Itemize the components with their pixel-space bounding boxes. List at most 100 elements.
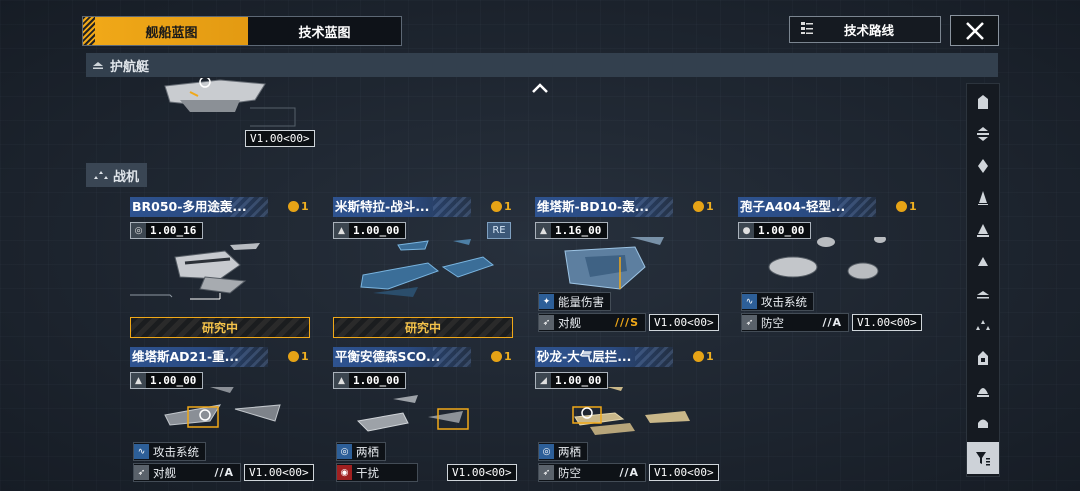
jamming-icon: ◉ xyxy=(337,465,352,480)
blueprint-count: 1 xyxy=(288,350,309,363)
ship-role-label: 对舰 xyxy=(558,315,581,330)
blueprint-count: 1 xyxy=(693,350,714,363)
ship-score-value: 1.00_00 xyxy=(555,374,602,387)
ship-role: ➶ 防空 //A xyxy=(741,313,849,332)
ship-image xyxy=(130,243,260,300)
filter-button[interactable] xyxy=(967,442,999,474)
close-button[interactable] xyxy=(950,15,999,46)
blueprint-count-value: 1 xyxy=(706,350,714,363)
ship-class-nav xyxy=(966,83,1000,477)
title-stripe xyxy=(433,347,471,367)
ship-version: V1.00<00> xyxy=(447,464,517,481)
ship-card[interactable]: 砂龙-大气层拦... 1 ◢ 1.00_00 ◎ 两栖 ➶ 防空//A V1.00<0… xyxy=(535,347,719,487)
blueprint-count-value: 1 xyxy=(504,200,512,213)
nav-utility-icon[interactable] xyxy=(967,406,999,438)
blueprint-coin-icon xyxy=(896,201,907,212)
ship-card[interactable]: 平衡安德森SCO... 1 ▲ 1.00_00 ◎ 两栖 ◉ 干扰 V1.00<00> xyxy=(333,347,517,487)
ship-trait-label: 两栖 xyxy=(356,444,379,459)
section-escort-header[interactable]: 护航艇 xyxy=(86,53,998,77)
nav-frigate-icon[interactable] xyxy=(967,182,999,214)
filter-icon xyxy=(976,452,990,466)
ship-role: ➶ 防空 //A xyxy=(538,463,646,482)
tab-ship-blueprint[interactable]: 舰船蓝图 xyxy=(95,17,248,45)
title-stripe xyxy=(635,197,673,217)
researching-status: 研究中 xyxy=(130,317,310,338)
blueprint-count: 1 xyxy=(491,350,512,363)
nav-support-icon[interactable] xyxy=(967,374,999,406)
nav-carrier-icon[interactable] xyxy=(967,86,999,118)
nav-escort-icon[interactable] xyxy=(967,278,999,310)
close-icon xyxy=(965,21,984,40)
ship-role: ➶ 对舰 ///S xyxy=(538,313,646,332)
ship-role-label: 防空 xyxy=(558,465,581,480)
blueprint-tabs: 舰船蓝图 技术蓝图 xyxy=(82,16,402,46)
ship-score-value: 1.00_00 xyxy=(353,224,400,237)
ship-score-value: 1.00_16 xyxy=(150,224,197,237)
ship-trait-label: 能量伤害 xyxy=(558,294,604,309)
tech-route-button[interactable]: 技术路线 xyxy=(789,16,941,43)
fighter-icon: ◢ xyxy=(536,373,551,388)
nav-corvette-icon[interactable] xyxy=(967,214,999,246)
blueprint-count: 1 xyxy=(896,200,917,213)
ship-role-label: 防空 xyxy=(761,315,784,330)
ship-trait-label: 两栖 xyxy=(558,444,581,459)
ship-score-value: 1.16_00 xyxy=(555,224,602,237)
ship-role-rank: //A xyxy=(619,466,639,479)
ship-score-value: 1.00_00 xyxy=(150,374,197,387)
fighter-icon: ▲ xyxy=(131,373,146,388)
ship-card[interactable]: 维塔斯AD21-重... 1 ▲ 1.00_00 ∿ 攻击系统 ➶ 对舰//A V1.… xyxy=(130,347,314,487)
blueprint-coin-icon xyxy=(288,201,299,212)
ship-card[interactable]: BR050-多用途轰... 1 ◎ 1.00_16 研究中 xyxy=(130,197,312,338)
ship-trait-label: 攻击系统 xyxy=(153,444,199,459)
nav-cruiser-icon[interactable] xyxy=(967,118,999,150)
section-fighter-header[interactable]: 战机 xyxy=(86,163,148,187)
title-stripe xyxy=(838,197,876,217)
anti-air-icon: ➶ xyxy=(539,465,554,480)
anti-air-icon: ➶ xyxy=(742,315,757,330)
nav-destroyer-icon[interactable] xyxy=(967,150,999,182)
anti-ship-icon: ➶ xyxy=(539,315,554,330)
attack-system-icon: ∿ xyxy=(134,444,149,459)
blueprint-coin-icon xyxy=(288,351,299,362)
fighter-icon: ▲ xyxy=(536,223,551,238)
ship-role-label: 对舰 xyxy=(153,465,176,480)
blueprint-count: 1 xyxy=(693,200,714,213)
ship-role: ➶ 对舰 //A xyxy=(133,463,241,482)
anti-ship-icon: ➶ xyxy=(134,465,149,480)
ship-card[interactable]: 米斯特拉-战斗... 1 ▲ 1.00_00 RE 研究中 xyxy=(333,197,515,338)
section-fighter-label: 战机 xyxy=(113,169,140,185)
blueprint-count-value: 1 xyxy=(706,200,714,213)
ship-role: ◉ 干扰 xyxy=(336,463,418,482)
title-stripe xyxy=(230,347,268,367)
ship-version: V1.00<00> xyxy=(244,464,314,481)
nav-gunboat-icon[interactable] xyxy=(967,246,999,278)
blueprint-count-value: 1 xyxy=(301,350,309,363)
nav-bomber-icon[interactable] xyxy=(967,342,999,374)
blueprint-count: 1 xyxy=(491,200,512,213)
blueprint-count-value: 1 xyxy=(504,350,512,363)
ship-card[interactable]: 孢子A404-轻型... 1 ● 1.00_00 ∿ 攻击系统 ➶ 防空//A V1.… xyxy=(738,197,922,337)
ship-version: V1.00<00> xyxy=(649,314,719,331)
attack-system-icon: ∿ xyxy=(742,294,757,309)
ship-card[interactable]: 维塔斯-BD10-轰... 1 ▲ 1.16_00 ✦ 能量伤害 ➶ 对舰///S V… xyxy=(535,197,719,337)
globe-icon: ◎ xyxy=(131,223,146,238)
blueprint-coin-icon xyxy=(491,201,502,212)
tab-tech-blueprint[interactable]: 技术蓝图 xyxy=(248,17,401,45)
title-stripe xyxy=(635,347,673,367)
section-escort-label: 护航艇 xyxy=(110,59,150,75)
ship-trait: ∿ 攻击系统 xyxy=(133,442,206,461)
tech-route-label: 技术路线 xyxy=(844,23,895,38)
ship-trait-label: 攻击系统 xyxy=(761,294,807,309)
fighter-icon: ▲ xyxy=(334,223,349,238)
escort-class-icon xyxy=(93,62,103,69)
ship-image xyxy=(360,239,495,297)
ship-score-value: 1.00_00 xyxy=(353,374,400,387)
ship-score-value: 1.00_00 xyxy=(758,224,805,237)
ship-trait: ◎ 两栖 xyxy=(538,442,588,461)
amphibious-icon: ◎ xyxy=(337,444,352,459)
nav-fighter-icon[interactable] xyxy=(967,310,999,342)
pod-icon: ● xyxy=(739,223,754,238)
blueprint-coin-icon xyxy=(491,351,502,362)
collapse-chevron-icon[interactable] xyxy=(531,79,549,98)
fighter-icon: ▲ xyxy=(334,373,349,388)
